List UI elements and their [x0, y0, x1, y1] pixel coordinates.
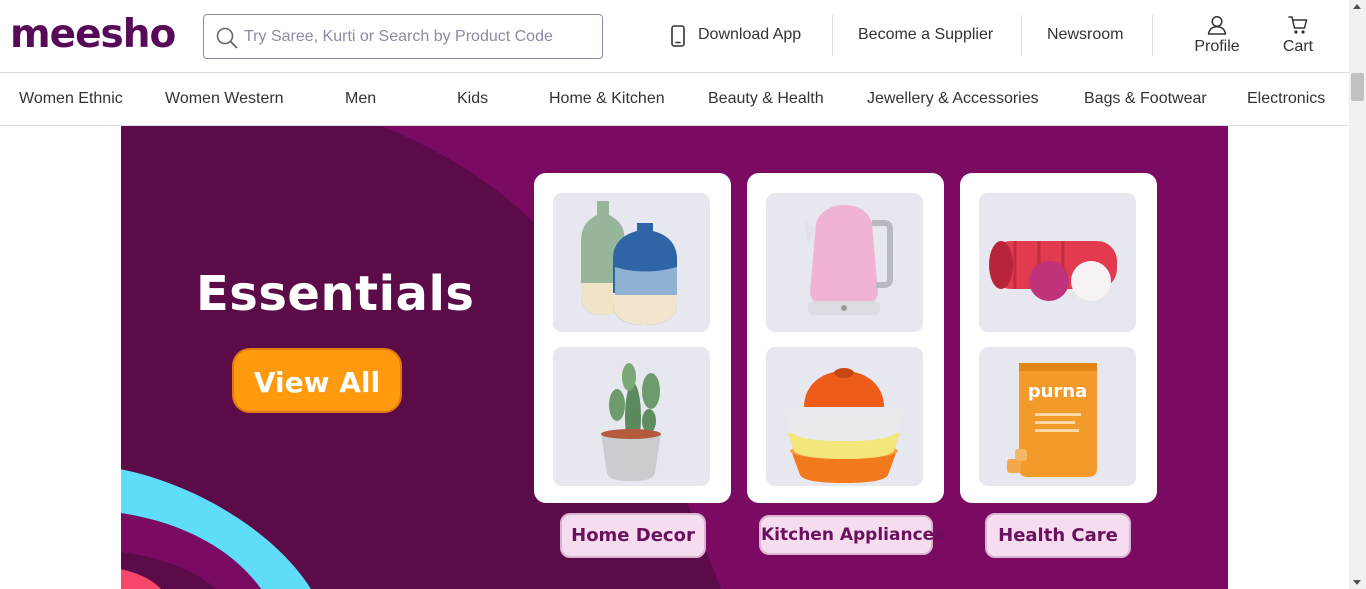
electric-kettle-image	[766, 193, 923, 332]
category-nav: Women Ethnic Women Western Men Kids Home…	[0, 73, 1349, 126]
pouch-brand-text: purna	[1027, 381, 1088, 402]
category-beauty-health[interactable]: Beauty & Health	[708, 89, 824, 109]
kitchen-appliances-card[interactable]	[747, 173, 944, 503]
category-women-western[interactable]: Women Western	[165, 89, 284, 109]
profile-label: Profile	[1194, 38, 1240, 55]
cart-label: Cart	[1282, 38, 1314, 55]
top-header: meesho Download App Become a Supplier Ne…	[0, 0, 1349, 73]
category-bags-footwear[interactable]: Bags & Footwear	[1084, 89, 1207, 109]
search-box[interactable]	[203, 14, 603, 59]
download-app-link[interactable]: Download App	[698, 24, 801, 46]
essentials-banner[interactable]: Essentials View All purna Home Decor Kit…	[121, 126, 1228, 589]
cart-button[interactable]: Cart	[1278, 15, 1318, 57]
home-decor-pill[interactable]: Home Decor	[560, 513, 706, 558]
view-all-button[interactable]: View All	[232, 348, 402, 413]
scrollbar-thumb[interactable]	[1351, 73, 1364, 101]
search-icon	[216, 27, 238, 49]
meesho-logo[interactable]: meesho	[10, 10, 176, 60]
category-home-kitchen[interactable]: Home & Kitchen	[549, 89, 665, 109]
user-icon	[1207, 15, 1227, 35]
header-divider	[1152, 15, 1153, 56]
kitchen-appliances-pill[interactable]: Kitchen Appliances	[759, 515, 944, 555]
vase-image	[553, 193, 710, 332]
supplement-pouch-image: purna	[979, 347, 1136, 486]
cactus-plant-image	[553, 347, 710, 486]
cart-icon	[1288, 16, 1308, 34]
become-supplier-link[interactable]: Become a Supplier	[858, 24, 993, 46]
header-divider	[832, 15, 833, 56]
category-kids[interactable]: Kids	[457, 89, 488, 109]
header-divider	[1021, 15, 1022, 56]
category-jewellery-accessories[interactable]: Jewellery & Accessories	[867, 89, 1039, 109]
scroll-down-arrow-icon[interactable]	[1353, 580, 1361, 585]
mobile-phone-icon	[671, 25, 685, 47]
category-women-ethnic[interactable]: Women Ethnic	[19, 89, 123, 109]
search-input[interactable]	[244, 17, 594, 56]
cookware-pots-image	[766, 347, 923, 486]
page-scrollbar[interactable]	[1349, 0, 1366, 589]
home-decor-card[interactable]	[534, 173, 731, 503]
health-care-card[interactable]: purna	[960, 173, 1157, 503]
banner-heading: Essentials	[196, 266, 475, 322]
newsroom-link[interactable]: Newsroom	[1047, 24, 1123, 46]
foam-roller-image	[979, 193, 1136, 332]
profile-button[interactable]: Profile	[1191, 15, 1243, 57]
health-care-pill[interactable]: Health Care	[985, 513, 1131, 558]
category-men[interactable]: Men	[345, 89, 376, 109]
category-electronics[interactable]: Electronics	[1247, 89, 1325, 109]
scroll-up-arrow-icon[interactable]	[1353, 4, 1361, 9]
